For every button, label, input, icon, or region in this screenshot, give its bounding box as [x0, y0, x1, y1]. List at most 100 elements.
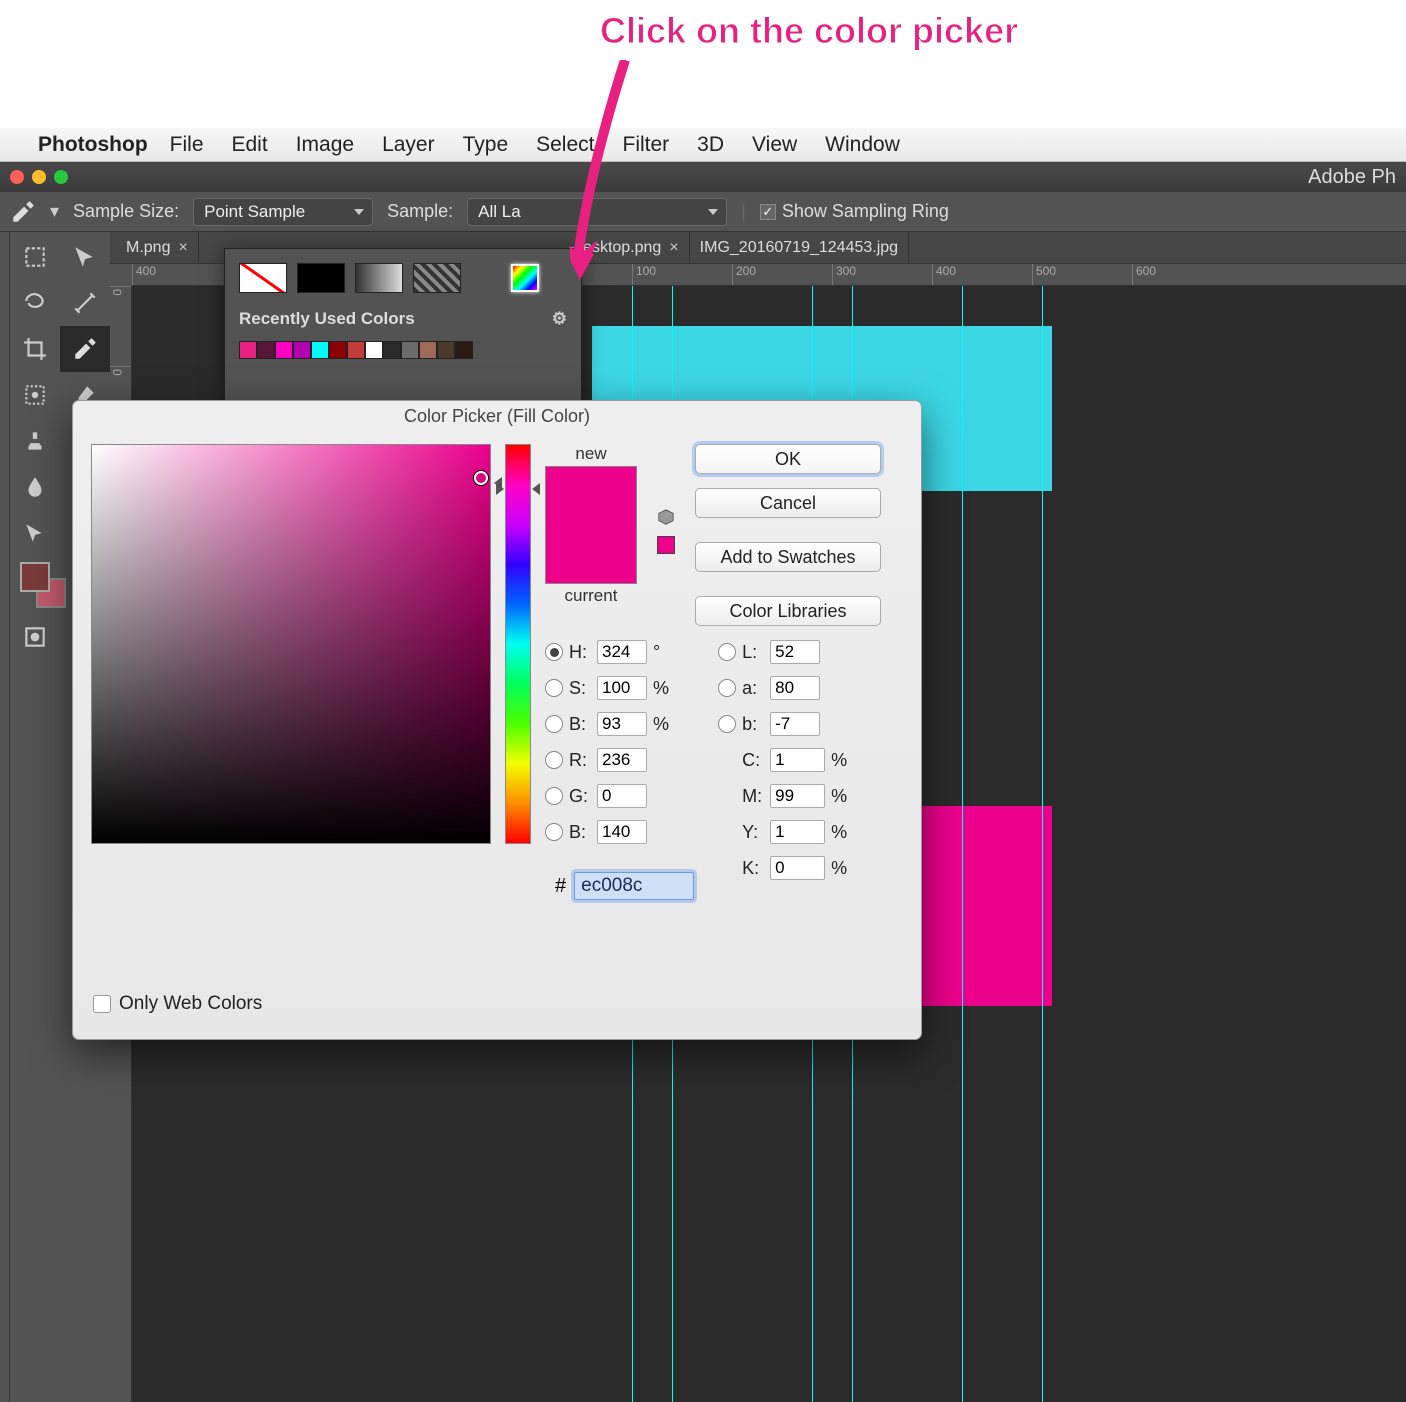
- close-tab-icon[interactable]: ×: [178, 239, 187, 257]
- lab-a-input[interactable]: [770, 676, 820, 700]
- yellow-input[interactable]: [770, 820, 825, 844]
- recent-color-swatch[interactable]: [365, 341, 383, 359]
- ok-button[interactable]: OK: [695, 444, 881, 474]
- menu-view[interactable]: View: [752, 133, 797, 157]
- field-suffix: %: [831, 750, 847, 771]
- field-label: Y:: [742, 822, 764, 843]
- fill-type-panel: Recently Used Colors ⚙: [224, 248, 582, 413]
- hue-slider[interactable]: [505, 444, 531, 844]
- lasso-tool-icon[interactable]: [10, 280, 60, 326]
- add-to-swatches-button[interactable]: Add to Swatches: [695, 542, 881, 572]
- magic-wand-tool-icon[interactable]: [60, 280, 110, 326]
- marquee-tool-icon[interactable]: [10, 234, 60, 280]
- recent-color-swatch[interactable]: [275, 341, 293, 359]
- panel-collapse-rail[interactable]: [0, 232, 10, 1402]
- green-field: G:: [545, 784, 694, 808]
- mac-menubar: Photoshop File Edit Image Layer Type Sel…: [0, 128, 1406, 162]
- sv-handle-icon[interactable]: [474, 471, 488, 485]
- minimize-window-icon[interactable]: [32, 170, 46, 184]
- chevron-down-icon[interactable]: ▾: [50, 201, 59, 222]
- document-tab[interactable]: M.png ×: [116, 232, 199, 263]
- move-tool-icon[interactable]: [60, 234, 110, 280]
- menu-image[interactable]: Image: [296, 133, 354, 157]
- lab-b-radio[interactable]: [718, 715, 736, 733]
- cancel-button[interactable]: Cancel: [695, 488, 881, 518]
- close-tab-icon[interactable]: ×: [669, 239, 678, 257]
- blue-input[interactable]: [597, 820, 647, 844]
- recent-color-swatch[interactable]: [239, 341, 257, 359]
- lab-a-radio[interactable]: [718, 679, 736, 697]
- menu-layer[interactable]: Layer: [382, 133, 435, 157]
- recent-color-swatch[interactable]: [293, 341, 311, 359]
- path-selection-tool-icon[interactable]: [10, 510, 60, 556]
- menu-select[interactable]: Select: [536, 133, 594, 157]
- cyan-input[interactable]: [770, 748, 825, 772]
- color-libraries-button[interactable]: Color Libraries: [695, 596, 881, 626]
- lightness-input[interactable]: [770, 640, 820, 664]
- fill-gradient-swatch[interactable]: [355, 263, 403, 293]
- recent-color-swatch[interactable]: [311, 341, 329, 359]
- crop-tool-icon[interactable]: [10, 326, 60, 372]
- hue-input[interactable]: [597, 640, 647, 664]
- brightness-input[interactable]: [597, 712, 647, 736]
- black-input[interactable]: [770, 856, 825, 880]
- guide-line[interactable]: [1042, 286, 1043, 1402]
- recent-color-swatch[interactable]: [437, 341, 455, 359]
- foreground-color-swatch[interactable]: [20, 562, 50, 592]
- saturation-radio[interactable]: [545, 679, 563, 697]
- gear-icon[interactable]: ⚙: [552, 309, 567, 329]
- green-radio[interactable]: [545, 787, 563, 805]
- menu-file[interactable]: File: [170, 133, 204, 157]
- gamut-color-swatch[interactable]: [657, 536, 675, 554]
- hue-handle-left-icon[interactable]: [496, 483, 504, 495]
- blur-tool-icon[interactable]: [10, 464, 60, 510]
- hue-radio[interactable]: [545, 643, 563, 661]
- lightness-radio[interactable]: [718, 643, 736, 661]
- menu-type[interactable]: Type: [463, 133, 509, 157]
- green-input[interactable]: [597, 784, 647, 808]
- recent-color-swatch[interactable]: [329, 341, 347, 359]
- eyedropper-tool-icon[interactable]: [10, 199, 36, 225]
- recent-color-swatch[interactable]: [401, 341, 419, 359]
- sample-dropdown[interactable]: All La: [467, 198, 727, 226]
- fill-none-swatch[interactable]: [239, 263, 287, 293]
- color-preview[interactable]: [545, 466, 637, 584]
- yellow-field: Y: %: [718, 820, 847, 844]
- menu-filter[interactable]: Filter: [623, 133, 670, 157]
- guide-line[interactable]: [962, 286, 963, 1402]
- document-tab[interactable]: IMG_20160719_124453.jpg: [690, 232, 909, 263]
- color-picker-swatch[interactable]: [511, 264, 539, 292]
- recent-color-swatch[interactable]: [455, 341, 473, 359]
- quick-mask-icon[interactable]: [10, 614, 60, 660]
- only-web-colors-checkbox[interactable]: Only Web Colors: [93, 993, 262, 1015]
- hex-input[interactable]: [574, 872, 694, 900]
- fill-solid-swatch[interactable]: [297, 263, 345, 293]
- recent-color-swatch[interactable]: [419, 341, 437, 359]
- recent-color-swatch[interactable]: [383, 341, 401, 359]
- eyedropper-tool-icon[interactable]: [60, 326, 110, 372]
- brightness-radio[interactable]: [545, 715, 563, 733]
- red-radio[interactable]: [545, 751, 563, 769]
- red-input[interactable]: [597, 748, 647, 772]
- close-window-icon[interactable]: [10, 170, 24, 184]
- zoom-window-icon[interactable]: [54, 170, 68, 184]
- menu-edit[interactable]: Edit: [232, 133, 268, 157]
- gamut-warning-icon[interactable]: [657, 508, 675, 526]
- magenta-input[interactable]: [770, 784, 825, 808]
- fill-pattern-swatch[interactable]: [413, 263, 461, 293]
- blue-radio[interactable]: [545, 823, 563, 841]
- field-label: R:: [569, 750, 591, 771]
- menubar-app-name[interactable]: Photoshop: [38, 133, 148, 157]
- recent-color-swatch[interactable]: [257, 341, 275, 359]
- menu-3d[interactable]: 3D: [697, 133, 724, 157]
- recent-color-swatch[interactable]: [347, 341, 365, 359]
- lab-b-input[interactable]: [770, 712, 820, 736]
- saturation-input[interactable]: [597, 676, 647, 700]
- healing-brush-tool-icon[interactable]: [10, 372, 60, 418]
- clone-stamp-tool-icon[interactable]: [10, 418, 60, 464]
- sample-size-dropdown[interactable]: Point Sample: [193, 198, 373, 226]
- menu-window[interactable]: Window: [825, 133, 900, 157]
- saturation-value-field[interactable]: [91, 444, 491, 844]
- hue-handle-right-icon[interactable]: [532, 483, 540, 495]
- show-sampling-ring-checkbox[interactable]: ✓ Show Sampling Ring: [760, 201, 949, 222]
